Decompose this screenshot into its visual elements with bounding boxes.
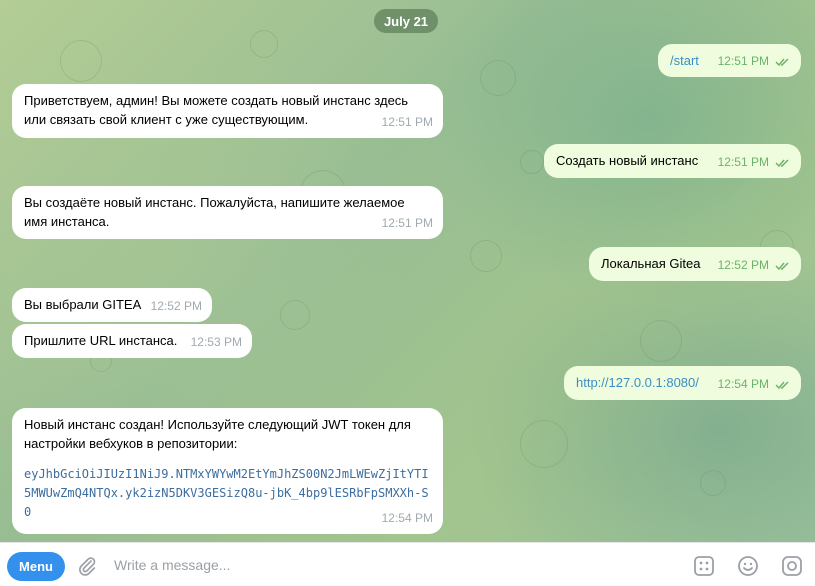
message-time: 12:54 PM: [381, 511, 433, 525]
message-incoming[interactable]: Вы выбрали GITEA 12:52 PM: [12, 288, 212, 322]
message-text: Локальная Gitea: [601, 256, 701, 271]
message-outgoing[interactable]: /start 12:51 PM: [658, 44, 801, 77]
message-outgoing[interactable]: Создать новый инстанс 12:51 PM: [544, 144, 801, 178]
message-time: 12:51 PM: [381, 115, 433, 129]
message-input[interactable]: [114, 554, 674, 576]
message-meta: 12:54 PM: [718, 375, 791, 394]
message-time: 12:53 PM: [190, 335, 242, 349]
command-text[interactable]: /start: [670, 53, 699, 68]
chat-background: July 21 /start 12:51 PM Приветствуем, ад…: [0, 0, 815, 542]
paperclip-icon[interactable]: [76, 554, 98, 578]
message-incoming[interactable]: Пришлите URL инстанса. 12:53 PM: [12, 324, 252, 358]
message-outgoing[interactable]: http://127.0.0.1:8080/ 12:54 PM: [564, 366, 801, 400]
message-outgoing[interactable]: Локальная Gitea 12:52 PM: [589, 247, 801, 281]
url-link[interactable]: http://127.0.0.1:8080/: [576, 375, 699, 390]
message-text: Новый инстанс создан! Используйте следую…: [24, 417, 411, 451]
message-text: Приветствуем, админ! Вы можете создать н…: [24, 93, 409, 127]
date-separator: July 21: [374, 9, 438, 33]
message-time: 12:52 PM: [150, 299, 202, 313]
message-composer: Menu: [0, 542, 815, 586]
bot-commands-icon[interactable]: [692, 554, 716, 578]
message-text: Создать новый инстанс: [556, 153, 699, 168]
read-checks-icon: [775, 381, 789, 390]
message-text: Пришлите URL инстанса.: [24, 333, 178, 348]
emoji-icon[interactable]: [736, 554, 760, 578]
message-incoming[interactable]: Приветствуем, админ! Вы можете создать н…: [12, 84, 443, 138]
menu-button[interactable]: Menu: [7, 552, 65, 581]
message-meta: 12:52 PM: [718, 256, 791, 275]
jwt-token-code[interactable]: eyJhbGciOiJIUzI1NiJ9.NTMxYWYwM2EtYmJhZS0…: [24, 465, 434, 522]
message-text: Вы выбрали GITEA: [24, 297, 142, 312]
message-text: Вы создаёте новый инстанс. Пожалуйста, н…: [24, 195, 405, 229]
message-incoming[interactable]: Новый инстанс создан! Используйте следую…: [12, 408, 443, 534]
read-checks-icon: [775, 262, 789, 271]
message-incoming[interactable]: Вы создаёте новый инстанс. Пожалуйста, н…: [12, 186, 443, 239]
read-checks-icon: [775, 159, 789, 168]
read-checks-icon: [775, 58, 789, 67]
message-meta: 12:51 PM: [718, 153, 791, 172]
message-meta: 12:51 PM: [718, 52, 791, 71]
message-time: 12:51 PM: [381, 216, 433, 230]
camera-icon[interactable]: [780, 554, 804, 578]
